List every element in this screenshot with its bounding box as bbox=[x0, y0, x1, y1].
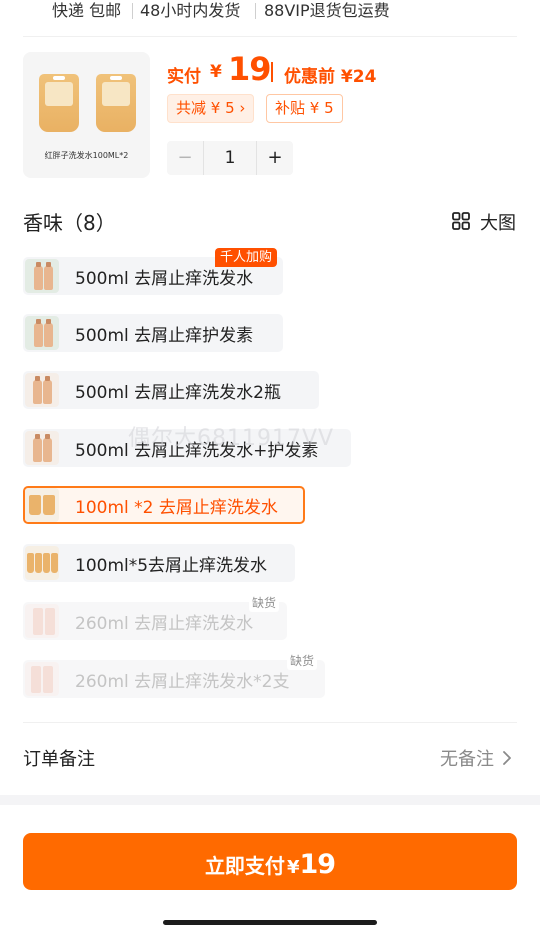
discount-chip[interactable]: 共减 ¥ 5 › bbox=[167, 94, 255, 123]
variant-thumbnail bbox=[25, 316, 59, 350]
variant-label: 500ml 去屑止痒洗发水2瓶 bbox=[75, 383, 281, 403]
variant-thumbnail bbox=[25, 488, 59, 522]
pay-button-amount: 19 bbox=[299, 849, 336, 880]
subsidy-chip: 补贴 ¥ 5 bbox=[266, 94, 343, 123]
pay-button-label: 立即支付 bbox=[204, 854, 285, 878]
watermark: 偶尔大6811917VV bbox=[128, 426, 335, 451]
grid-icon bbox=[452, 212, 470, 230]
variant-thumbnail bbox=[25, 373, 59, 407]
product-image-caption: 红胖子洗发水100ML*2 bbox=[44, 151, 129, 160]
pay-label: 实付 bbox=[167, 67, 201, 87]
variant-option[interactable]: 500ml 去屑止痒洗发水2瓶 bbox=[23, 371, 319, 409]
variant-label: 100ml *2 去屑止痒洗发水 bbox=[75, 498, 278, 518]
divider bbox=[23, 722, 517, 723]
variant-label: 500ml 去屑止痒洗发水 bbox=[75, 269, 254, 289]
home-indicator[interactable] bbox=[163, 920, 377, 925]
variant-thumbnail bbox=[25, 662, 59, 696]
chevron-right-icon[interactable] bbox=[500, 750, 514, 766]
variant-label: 260ml 去屑止痒洗发水 bbox=[75, 614, 254, 634]
variant-option[interactable]: 500ml 去屑止痒护发素 bbox=[23, 314, 283, 352]
product-bag-left bbox=[39, 74, 79, 132]
increase-button[interactable]: + bbox=[257, 141, 293, 175]
order-remark-label: 订单备注 bbox=[23, 749, 95, 770]
pay-currency: ¥ bbox=[210, 62, 222, 82]
service-tags: 快递 包邮 48小时内发货 88VIP退货包运费 bbox=[0, 0, 540, 36]
service-tag-dispatch: 48小时内发货 bbox=[140, 1, 241, 20]
pay-amount: 19 bbox=[228, 50, 272, 88]
out-of-stock-badge: 缺货 bbox=[249, 594, 280, 612]
quantity-stepper: − 1 + bbox=[167, 141, 293, 175]
variant-option-disabled[interactable]: 260ml 去屑止痒洗发水 bbox=[23, 602, 287, 640]
price-separator bbox=[271, 62, 273, 82]
service-tag-shipping: 快递 包邮 bbox=[52, 1, 122, 20]
variant-thumbnail bbox=[25, 546, 59, 580]
tag-separator bbox=[255, 3, 256, 19]
variant-thumbnail bbox=[25, 431, 59, 465]
product-image[interactable]: 红胖子洗发水100ML*2 bbox=[23, 52, 150, 178]
divider bbox=[23, 36, 517, 37]
out-of-stock-badge: 缺货 bbox=[287, 652, 318, 670]
product-bag-right bbox=[96, 74, 136, 132]
variant-option[interactable]: 100ml*5去屑止痒洗发水 bbox=[23, 544, 295, 582]
pay-now-button[interactable]: 立即支付 ¥19 bbox=[23, 833, 517, 890]
big-image-label: 大图 bbox=[480, 213, 516, 234]
tag-separator bbox=[132, 3, 133, 19]
hot-badge: 千人加购 bbox=[215, 248, 278, 267]
price-before-discount: 优惠前 ¥24 bbox=[284, 67, 377, 87]
variant-label: 260ml 去屑止痒洗发水*2支 bbox=[75, 672, 290, 692]
order-remark-value[interactable]: 无备注 bbox=[440, 745, 494, 771]
variant-section-title: 香味（8） bbox=[23, 211, 116, 235]
variant-label: 100ml*5去屑止痒洗发水 bbox=[75, 556, 268, 576]
variant-thumbnail bbox=[25, 604, 59, 638]
service-tag-return: 88VIP退货包运费 bbox=[264, 1, 390, 20]
variant-option-selected[interactable]: 100ml *2 去屑止痒洗发水 bbox=[23, 486, 305, 524]
decrease-button[interactable]: − bbox=[167, 141, 203, 175]
big-image-toggle[interactable]: 大图 bbox=[452, 209, 516, 234]
quantity-value[interactable]: 1 bbox=[203, 141, 257, 175]
section-gap bbox=[0, 795, 540, 805]
variant-label: 500ml 去屑止痒护发素 bbox=[75, 326, 254, 346]
variant-thumbnail bbox=[25, 259, 59, 293]
variant-option-disabled[interactable]: 260ml 去屑止痒洗发水*2支 bbox=[23, 660, 325, 698]
pay-button-currency: ¥ bbox=[286, 857, 300, 878]
